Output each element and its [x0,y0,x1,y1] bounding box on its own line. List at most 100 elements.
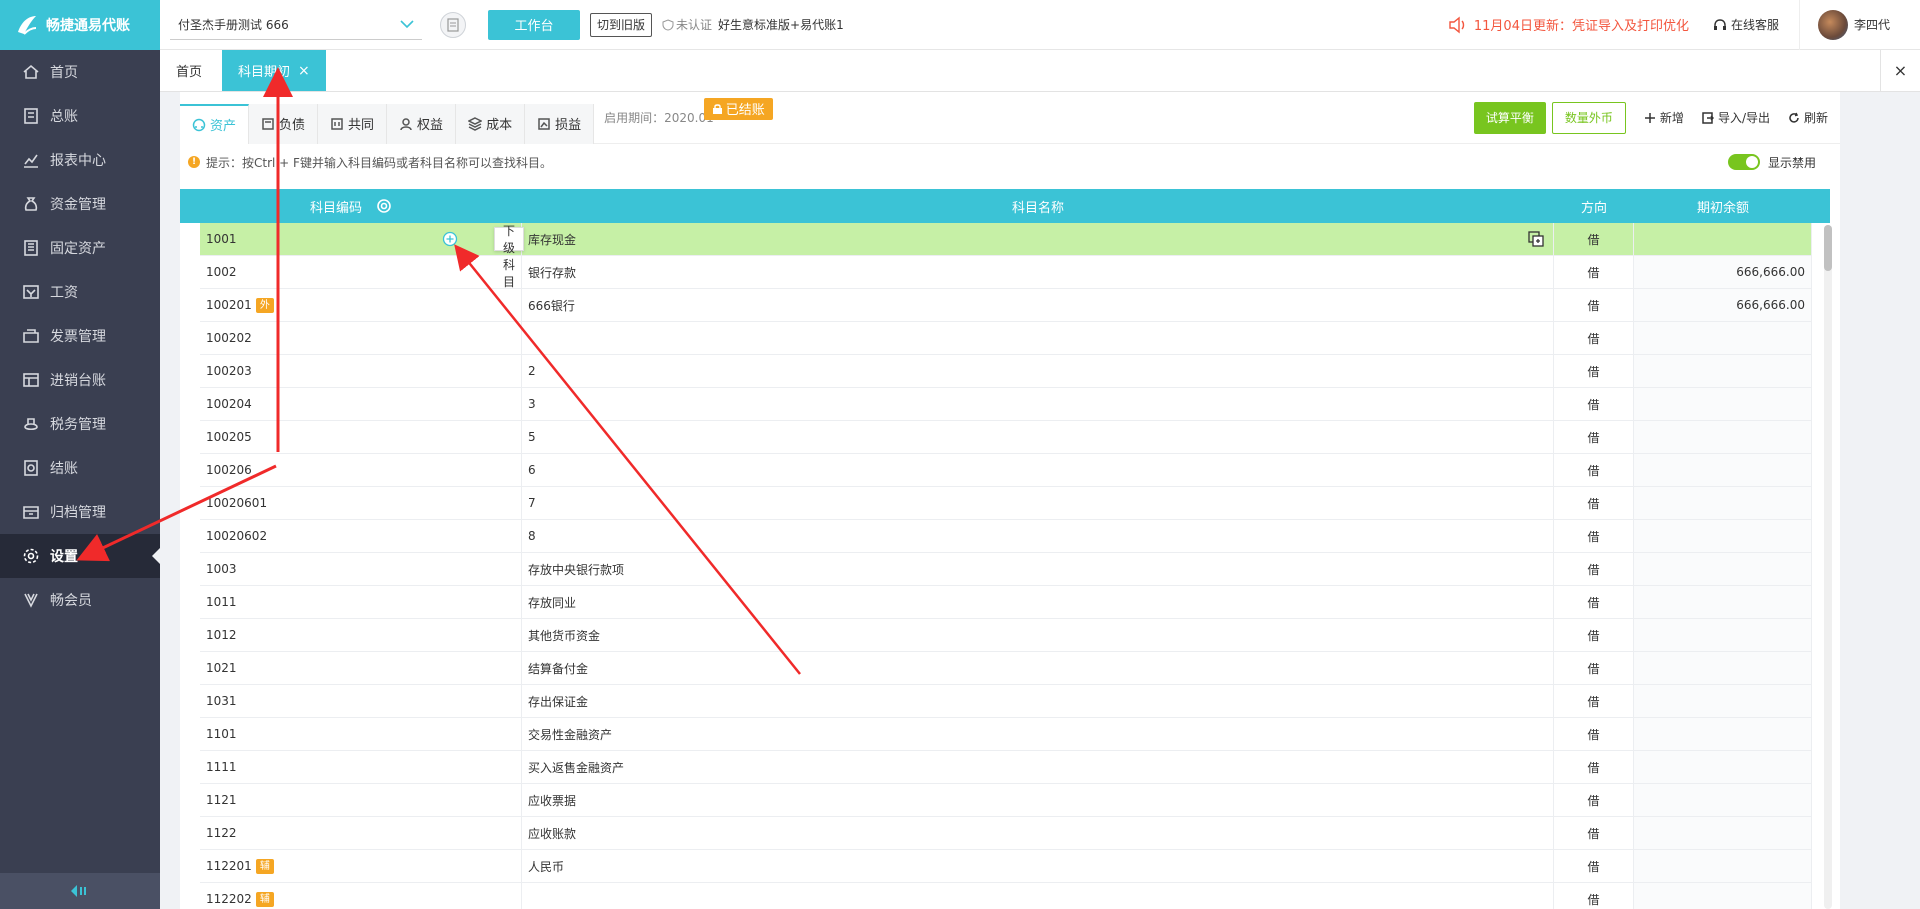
sidebar-item-9[interactable]: 结账 [0,446,160,490]
sidebar-item-0[interactable]: 首页 [0,50,160,94]
category-tab-4[interactable]: 成本 [456,103,526,144]
sidebar-item-10[interactable]: 归档管理 [0,490,160,534]
cell-balance[interactable] [1634,652,1812,684]
table-row[interactable]: 100205 5 借 [200,421,1812,454]
cell-balance[interactable] [1634,223,1812,255]
table-row[interactable]: 1021 结算备付金 借 [200,652,1812,685]
sidebar-item-1[interactable]: 总账 [0,94,160,138]
cell-name[interactable]: 银行存款 [522,256,1554,288]
gear-icon[interactable] [376,198,392,214]
sidebar-item-5[interactable]: 工资 [0,270,160,314]
cell-balance[interactable] [1634,883,1812,909]
add-child-icon[interactable] [442,231,458,247]
table-row[interactable]: 1011 存放同业 借 [200,586,1812,619]
account-set-button[interactable] [440,11,466,38]
import-export-button[interactable]: 导入/导出 [1702,109,1770,126]
app-logo[interactable]: 畅捷通易代账 [0,0,160,50]
cell-name[interactable]: 存放同业 [522,586,1554,618]
table-row[interactable]: 100202 借 [200,322,1812,355]
quantity-foreign-currency-button[interactable]: 数量外币 [1551,101,1626,134]
cell-balance[interactable] [1634,751,1812,783]
cell-balance[interactable] [1634,586,1812,618]
cell-name[interactable]: 库存现金 [522,223,1554,255]
copy-icon[interactable] [1527,230,1545,248]
cell-balance[interactable] [1634,421,1812,453]
refresh-button[interactable]: 刷新 [1788,109,1828,126]
sidebar-item-7[interactable]: 进销台账 [0,358,160,402]
cell-balance[interactable]: 666,666.00 [1634,256,1812,288]
table-row[interactable]: 1002 银行存款 借 666,666.00 [200,256,1812,289]
company-select[interactable]: 付圣杰手册测试 666 [170,10,422,40]
cell-balance[interactable] [1634,553,1812,585]
table-scrollbar[interactable] [1824,225,1832,909]
cell-name[interactable] [522,322,1554,354]
cell-name[interactable]: 其他货币资金 [522,619,1554,651]
table-row[interactable]: 1003 存放中央银行款项 借 [200,553,1812,586]
cell-balance[interactable] [1634,718,1812,750]
switch-old-version-button[interactable]: 切到旧版 [590,12,653,37]
workbench-button[interactable]: 工作台 [488,9,580,40]
cell-name[interactable]: 交易性金融资产 [522,718,1554,750]
table-row[interactable]: 112201 辅人民币借 [200,850,1812,883]
cell-name[interactable]: 人民币 [522,850,1554,882]
sidebar-item-11[interactable]: 设置 [0,534,160,578]
cell-name[interactable]: 666银行 [522,289,1554,321]
cell-balance[interactable] [1634,454,1812,486]
table-row[interactable]: 100203 2 借 [200,355,1812,388]
user-menu[interactable]: 李四代 [1798,0,1890,50]
sidebar-item-6[interactable]: 发票管理 [0,314,160,358]
sidebar-item-3[interactable]: 资金管理 [0,182,160,226]
table-row[interactable]: 10020601 7 借 [200,487,1812,520]
category-tab-5[interactable]: 损益 [525,103,595,144]
cell-balance[interactable] [1634,355,1812,387]
sidebar-item-8[interactable]: 税务管理 [0,402,160,446]
cell-name[interactable]: 应收票据 [522,784,1554,816]
cell-name[interactable]: 存放中央银行款项 [522,553,1554,585]
table-row[interactable]: 1111 买入返售金融资产 借 [200,751,1812,784]
cell-balance[interactable] [1634,322,1812,354]
cell-name[interactable]: 5 [522,421,1554,453]
tab-close-icon[interactable]: × [298,63,310,79]
tab-home[interactable]: 首页 [160,50,218,91]
update-notice[interactable]: 11月04日更新：凭证导入及打印优化 [1448,15,1689,34]
cell-balance[interactable] [1634,817,1812,849]
table-row[interactable]: 1101 交易性金融资产 借 [200,718,1812,751]
auth-status[interactable]: 未认证 [676,16,712,33]
sidebar-item-4[interactable]: 固定资产 [0,226,160,270]
table-row[interactable]: 1001添加下级科目库存现金借 [200,223,1812,289]
cell-balance[interactable]: 666,666.00 [1634,289,1812,321]
table-row[interactable]: 100201 外 666银行 借 666,666.00 [200,289,1812,322]
table-row[interactable]: 1031 存出保证金 借 [200,685,1812,718]
cell-name[interactable]: 应收账款 [522,817,1554,849]
cell-balance[interactable] [1634,487,1812,519]
cell-balance[interactable] [1634,784,1812,816]
show-disabled-toggle[interactable] [1727,154,1760,170]
category-tab-2[interactable]: 共同 [318,103,388,144]
add-button[interactable]: 新增 [1644,109,1684,126]
cell-name[interactable]: 买入返售金融资产 [522,751,1554,783]
sidebar-item-2[interactable]: 报表中心 [0,138,160,182]
tab-subject-opening[interactable]: 科目期初 × [222,50,326,91]
table-row[interactable]: 1121 应收票据 借 [200,784,1812,817]
table-row[interactable]: 1012 其他货币资金 借 [200,619,1812,652]
cell-name[interactable]: 8 [522,520,1554,552]
cell-name[interactable]: 6 [522,454,1554,486]
table-row[interactable]: 100206 6 借 [200,454,1812,487]
trial-balance-button[interactable]: 试算平衡 [1473,101,1546,134]
online-service-link[interactable]: 在线客服 [1713,16,1779,33]
table-row[interactable]: 100204 3 借 [200,388,1812,421]
cell-balance[interactable] [1634,619,1812,651]
scrollbar-thumb[interactable] [1824,225,1832,271]
cell-name[interactable]: 2 [522,355,1554,387]
cell-name[interactable]: 存出保证金 [522,685,1554,717]
table-row[interactable]: 112202 辅 借 [200,883,1812,909]
table-row[interactable]: 10020602 8 借 [200,520,1812,553]
close-all-tabs-button[interactable]: × [1880,50,1920,91]
category-tab-1[interactable]: 负债 [249,103,319,144]
cell-balance[interactable] [1634,388,1812,420]
category-tab-0[interactable]: 资产 [180,103,250,144]
cell-name[interactable]: 结算备付金 [522,652,1554,684]
cell-balance[interactable] [1634,685,1812,717]
sidebar-collapse-button[interactable] [0,873,160,909]
sidebar-item-12[interactable]: 畅会员 [0,578,160,622]
